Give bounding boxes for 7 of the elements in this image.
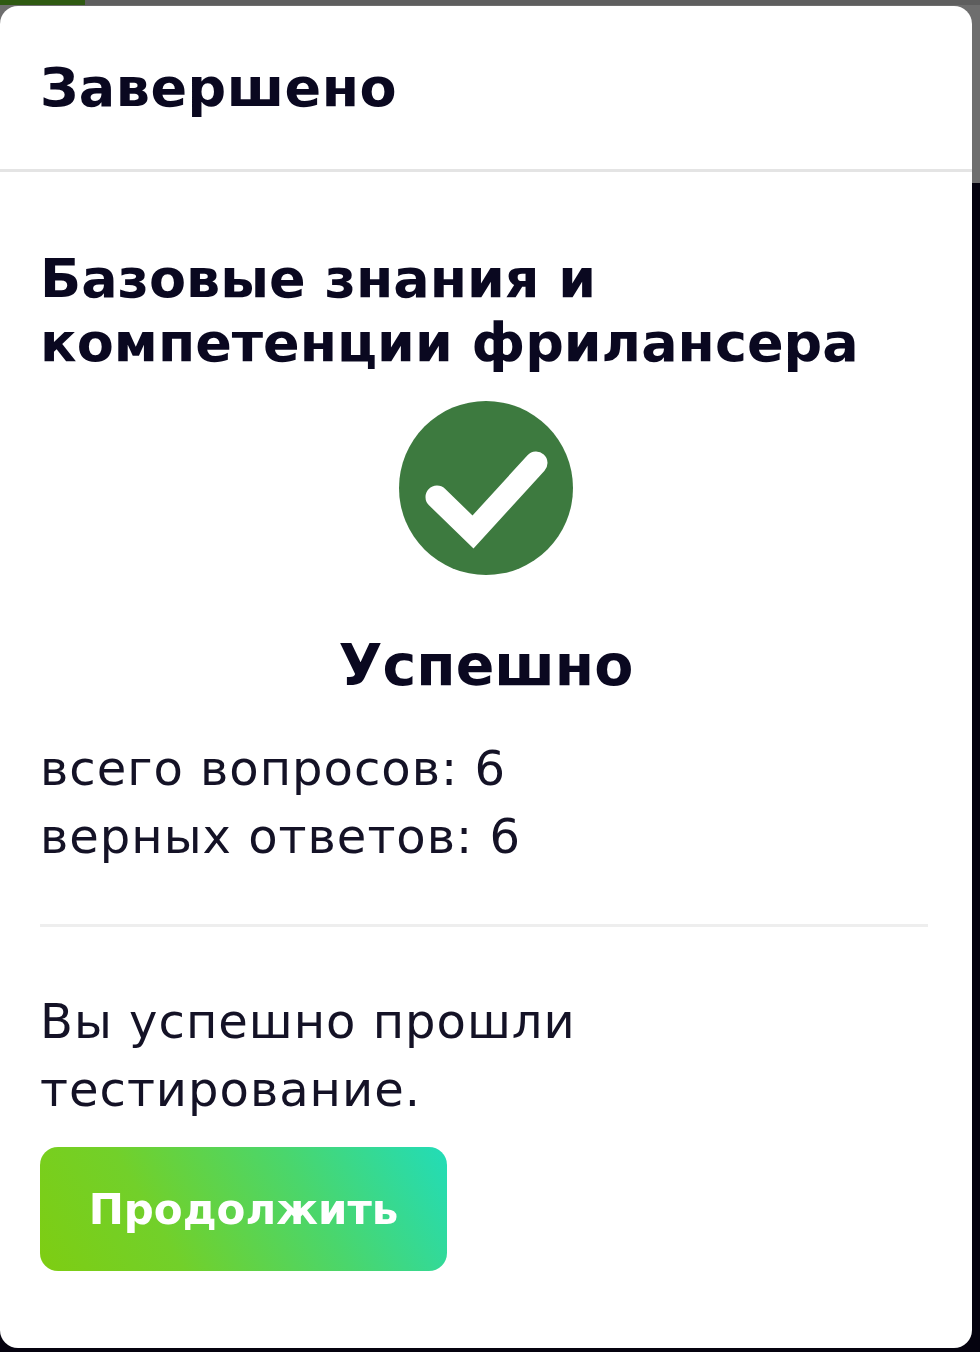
stat-line: верных ответов: 6 — [40, 807, 522, 866]
continue-button[interactable]: Продолжить — [40, 1147, 447, 1271]
stat-line: всего вопросов: 6 — [40, 739, 507, 798]
result-status: Успешно — [338, 633, 634, 697]
result-message: Вы успешно прошли тестирование. — [40, 992, 577, 1119]
dialog-title: Завершено — [40, 56, 398, 119]
test-title: Базовые знания и компетенции фрилансера — [40, 247, 860, 375]
